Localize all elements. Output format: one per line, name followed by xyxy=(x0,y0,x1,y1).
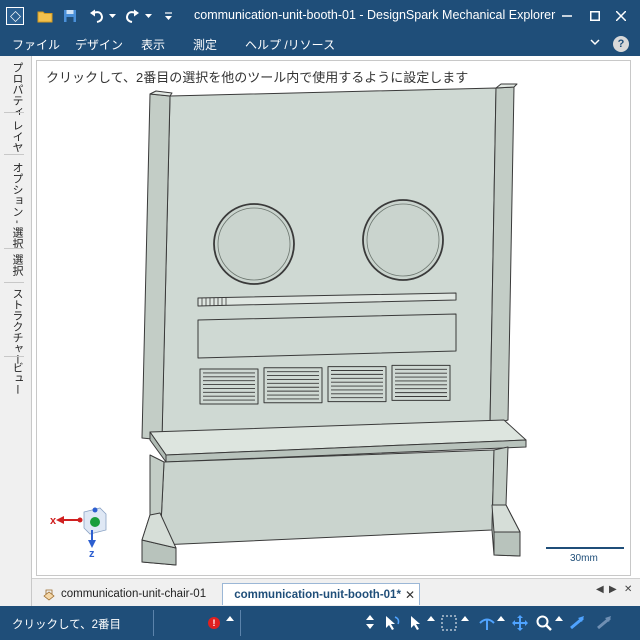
scroll-arrows-icon[interactable] xyxy=(366,615,374,629)
select-rotate-icon[interactable] xyxy=(383,615,401,631)
axis-x-label: x xyxy=(50,515,57,527)
doc-tab-chair[interactable]: communication-unit-chair-01 xyxy=(36,583,222,605)
axis-z-label: z xyxy=(89,548,95,560)
window-title: communication-unit-booth-01 - DesignSpar… xyxy=(194,8,556,22)
doc-tab-booth[interactable]: communication-unit-booth-01* ✕ xyxy=(222,583,420,605)
booth-model[interactable]: x z xyxy=(36,60,631,576)
select-dropdown-icon[interactable] xyxy=(427,615,435,621)
status-bar: クリックして、2番目の選択 xyxy=(0,606,640,640)
document-icon xyxy=(43,589,55,601)
side-tab-views[interactable]: ビュー xyxy=(9,362,25,395)
tab-scroll-left-icon[interactable]: ◀ xyxy=(596,584,604,595)
side-tab-structure[interactable]: ストラクチャー xyxy=(9,288,25,365)
error-dropdown-icon[interactable] xyxy=(226,615,234,621)
vent-grille xyxy=(327,366,387,403)
menu-measure[interactable]: 測定 xyxy=(193,36,217,53)
minimize-button[interactable] xyxy=(554,4,580,28)
pan-icon[interactable] xyxy=(512,615,528,631)
menu-design[interactable]: デザイン xyxy=(75,36,123,53)
menu-help-resources[interactable]: ヘルプ /リソース xyxy=(245,36,335,53)
side-tab-options-select[interactable]: オプション - 選択 xyxy=(9,162,25,249)
side-tab-layers[interactable]: レイヤ xyxy=(9,120,25,153)
zoom-dropdown-icon[interactable] xyxy=(555,615,563,621)
menu-file[interactable]: ファイル xyxy=(12,36,60,53)
side-tab-properties[interactable]: プロパティ xyxy=(9,62,25,117)
menu-view[interactable]: 表示 xyxy=(141,36,165,53)
undo-icon[interactable] xyxy=(86,6,108,26)
app-logo-icon[interactable] xyxy=(6,7,24,25)
close-button[interactable] xyxy=(608,4,634,28)
zoom-icon[interactable] xyxy=(536,615,552,631)
menu-bar: ファイル デザイン 表示 測定 ヘルプ /リソース xyxy=(0,32,640,56)
tab-list-icon[interactable]: ✕ xyxy=(624,584,632,595)
close-tab-icon[interactable]: ✕ xyxy=(405,588,415,602)
box-select-dropdown-icon[interactable] xyxy=(461,615,469,621)
select-pointer-icon[interactable] xyxy=(408,615,422,631)
orbit-dropdown-icon[interactable] xyxy=(497,615,505,621)
error-icon[interactable]: ! xyxy=(208,617,220,629)
title-bar: communication-unit-booth-01 - DesignSpar… xyxy=(0,0,640,32)
scale-label: 30mm xyxy=(570,553,598,564)
customize-icon[interactable] xyxy=(162,6,174,26)
vent-grille xyxy=(263,367,323,404)
redo-icon[interactable] xyxy=(121,6,143,26)
redo-dropdown-icon[interactable] xyxy=(144,6,152,26)
orbit-icon[interactable] xyxy=(478,615,496,631)
side-tab-selection[interactable]: 選択 xyxy=(9,254,25,276)
box-select-icon[interactable] xyxy=(441,615,457,631)
ribbon-expand-icon[interactable] xyxy=(590,37,600,47)
open-folder-icon[interactable] xyxy=(36,6,54,26)
doc-tab-label: communication-unit-chair-01 xyxy=(61,588,207,600)
view-arrow-icon[interactable] xyxy=(569,615,587,631)
vent-grille xyxy=(199,368,259,405)
help-icon[interactable]: ? xyxy=(613,36,629,52)
document-tab-bar: communication-unit-chair-01 communicatio… xyxy=(32,578,640,606)
undo-dropdown-icon[interactable] xyxy=(108,6,116,26)
tab-scroll-right-icon[interactable]: ▶ xyxy=(609,584,617,595)
axis-triad xyxy=(56,507,107,548)
doc-tab-label: communication-unit-booth-01* xyxy=(234,588,401,601)
side-panel-tabs: プロパティ レイヤ オプション - 選択 選択 ストラクチャー ビュー xyxy=(0,56,32,606)
previous-view-icon[interactable] xyxy=(596,615,614,631)
status-text: クリックして、2番目の選択 xyxy=(12,619,120,631)
scale-bar xyxy=(546,547,624,549)
save-icon[interactable] xyxy=(61,6,79,26)
vent-grille xyxy=(391,364,451,401)
maximize-button[interactable] xyxy=(582,4,608,28)
